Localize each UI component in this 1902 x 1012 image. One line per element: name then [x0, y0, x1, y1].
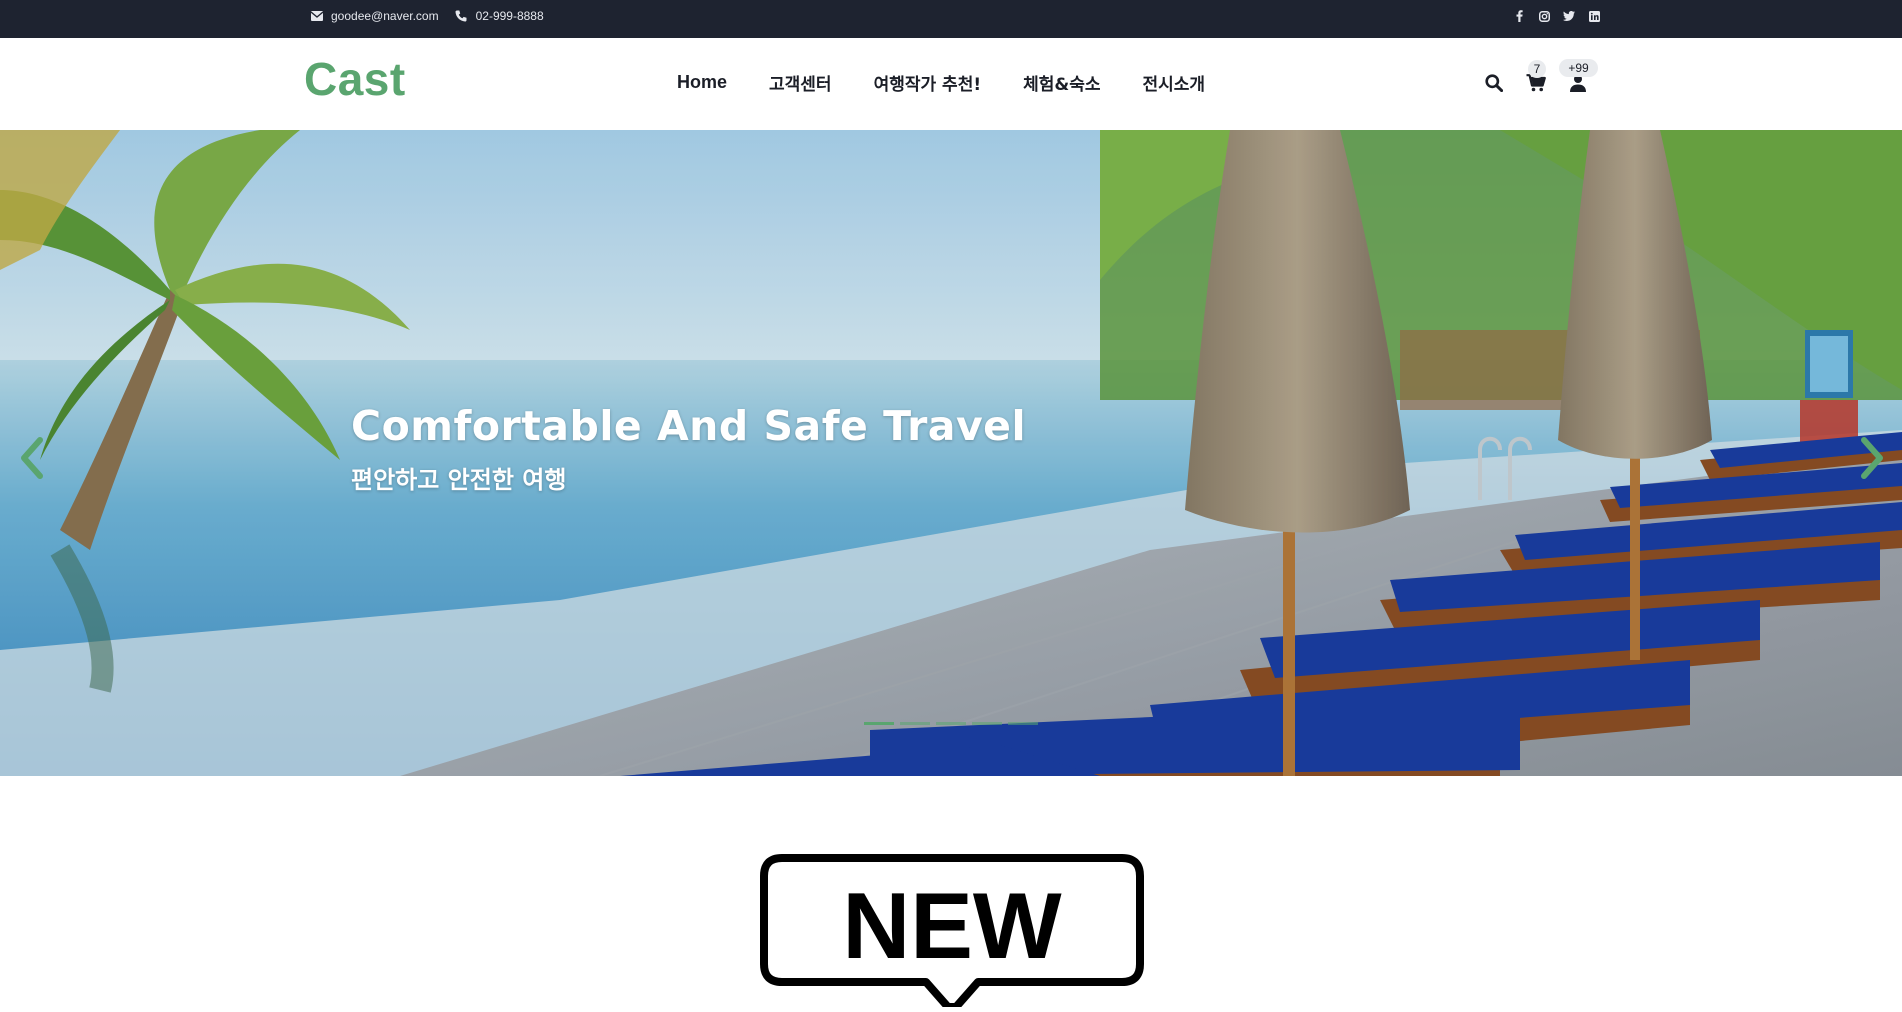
site-header: Cast Home 고객센터 여행작가 추천! 체험&숙소 전시소개 7 +99	[0, 38, 1902, 130]
nav-travel-writer[interactable]: 여행작가 추천!	[874, 70, 982, 95]
slide-indicator[interactable]	[972, 722, 1002, 725]
slide-indicator[interactable]	[936, 722, 966, 725]
user-count-badge: +99	[1559, 59, 1598, 77]
slide-indicator[interactable]	[900, 722, 930, 725]
hero-subtitle: 편안하고 안전한 여행	[351, 466, 567, 494]
hero-title: Comfortable And Safe Travel	[351, 402, 1027, 450]
hero-image	[0, 130, 1902, 776]
slider-prev-button[interactable]	[12, 430, 52, 486]
email-text: goodee@naver.com	[331, 9, 439, 23]
cart-count-badge: 7	[1528, 60, 1546, 78]
phone-contact[interactable]: 02-999-8888	[455, 9, 544, 23]
nav-exhibition[interactable]: 전시소개	[1142, 70, 1205, 95]
nav-home[interactable]: Home	[677, 72, 727, 93]
hero-slider: Comfortable And Safe Travel 편안하고 안전한 여행	[0, 130, 1902, 776]
new-section-badge: NEW	[760, 854, 1144, 1011]
slider-next-button[interactable]	[1852, 430, 1892, 486]
social-links	[1513, 0, 1600, 32]
slider-indicators	[864, 722, 1038, 725]
linkedin-icon[interactable]	[1588, 10, 1600, 22]
slide-indicator[interactable]	[864, 722, 894, 725]
phone-icon	[455, 10, 468, 23]
chevron-left-icon	[21, 437, 43, 479]
new-label: NEW	[842, 873, 1062, 978]
search-icon[interactable]	[1483, 72, 1505, 94]
chevron-right-icon	[1861, 437, 1883, 479]
top-info-bar: goodee@naver.com 02-999-8888	[0, 0, 1902, 38]
twitter-icon[interactable]	[1563, 10, 1575, 22]
email-contact[interactable]: goodee@naver.com	[310, 9, 439, 23]
main-nav: Home 고객센터 여행작가 추천! 체험&숙소 전시소개	[677, 38, 1205, 126]
slide-indicator[interactable]	[1008, 722, 1038, 725]
facebook-icon[interactable]	[1513, 10, 1525, 22]
phone-text: 02-999-8888	[475, 9, 544, 23]
contact-info: goodee@naver.com 02-999-8888	[310, 0, 544, 32]
instagram-icon[interactable]	[1538, 10, 1550, 22]
envelope-icon	[310, 10, 323, 23]
site-logo[interactable]: Cast	[304, 52, 406, 106]
nav-customer-center[interactable]: 고객센터	[769, 70, 832, 95]
header-actions: 7 +99	[1470, 38, 1610, 126]
nav-experience-stay[interactable]: 체험&숙소	[1023, 70, 1100, 95]
